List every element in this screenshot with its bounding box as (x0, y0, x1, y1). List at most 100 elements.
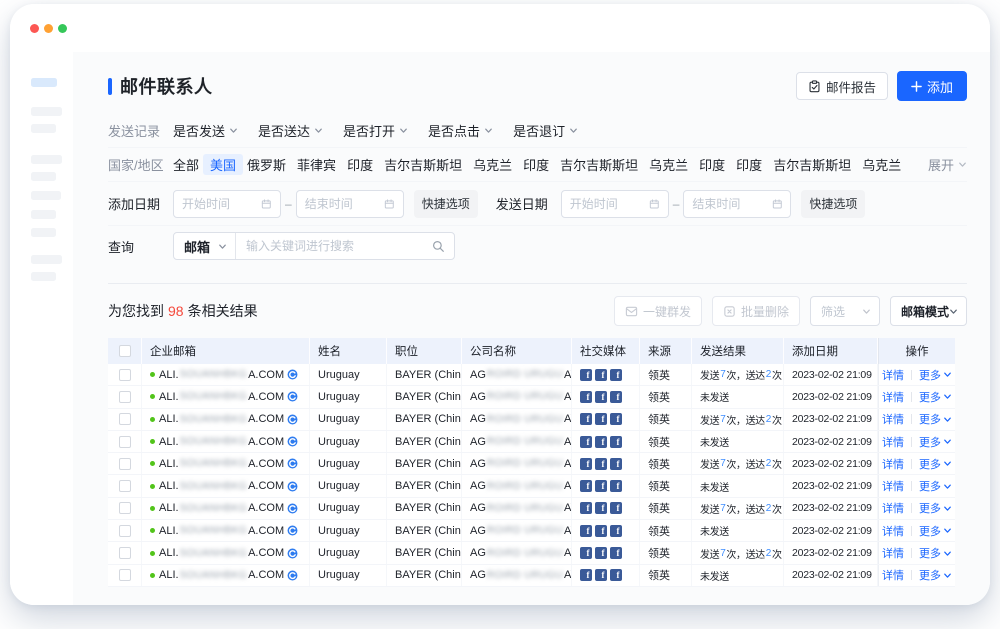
filter-dropdown[interactable]: 是否点击 (428, 121, 493, 140)
facebook-icon[interactable]: f (610, 502, 622, 514)
region-item[interactable]: 吉尔吉斯斯坦 (384, 155, 462, 174)
row-checkbox[interactable] (119, 525, 131, 537)
traffic-light-maximize[interactable] (58, 24, 67, 33)
online-dot (150, 461, 155, 466)
filter-dropdown[interactable]: 是否退订 (513, 121, 578, 140)
facebook-icon[interactable]: f (610, 413, 622, 425)
traffic-light-close[interactable] (30, 24, 39, 33)
row-detail-link[interactable]: 详情 (882, 567, 904, 583)
add-button[interactable]: 添加 (897, 71, 967, 101)
facebook-icon[interactable]: f (595, 458, 607, 470)
region-item[interactable]: 乌克兰 (862, 155, 901, 174)
facebook-icon[interactable]: f (580, 525, 592, 537)
facebook-icon[interactable]: f (580, 480, 592, 492)
row-detail-link[interactable]: 详情 (882, 500, 904, 516)
row-checkbox[interactable] (119, 436, 131, 448)
row-detail-link[interactable]: 详情 (882, 411, 904, 427)
facebook-icon[interactable]: f (595, 569, 607, 581)
region-item[interactable]: 印度 (523, 155, 549, 174)
facebook-icon[interactable]: f (610, 436, 622, 448)
row-checkbox[interactable] (119, 369, 131, 381)
facebook-icon[interactable]: f (580, 391, 592, 403)
row-checkbox[interactable] (119, 569, 131, 581)
row-more-link[interactable]: 更多 (919, 567, 952, 583)
row-checkbox[interactable] (119, 413, 131, 425)
facebook-icon[interactable]: f (610, 458, 622, 470)
bulk-send-button[interactable]: 一键群发 (614, 296, 702, 326)
traffic-light-minimize[interactable] (44, 24, 53, 33)
report-button[interactable]: 邮件报告 (796, 72, 888, 100)
facebook-icon[interactable]: f (595, 369, 607, 381)
send-date-quick-options-button[interactable]: 快捷选项 (801, 190, 865, 218)
facebook-icon[interactable]: f (610, 369, 622, 381)
facebook-icon[interactable]: f (580, 369, 592, 381)
facebook-icon[interactable]: f (595, 436, 607, 448)
bulk-delete-button[interactable]: 批量删除 (712, 296, 800, 326)
send-date-start-input[interactable] (561, 190, 669, 218)
facebook-icon[interactable]: f (595, 547, 607, 559)
facebook-icon[interactable]: f (610, 547, 622, 559)
facebook-icon[interactable]: f (595, 391, 607, 403)
row-more-link[interactable]: 更多 (919, 367, 952, 383)
row-more-link[interactable]: 更多 (919, 545, 952, 561)
search-input[interactable] (236, 239, 432, 253)
add-date-start-input[interactable] (173, 190, 281, 218)
facebook-icon[interactable]: f (595, 413, 607, 425)
region-item[interactable]: 全部 (173, 155, 199, 174)
row-checkbox[interactable] (119, 547, 131, 559)
row-more-link[interactable]: 更多 (919, 500, 952, 516)
region-item[interactable]: 印度 (347, 155, 373, 174)
region-item[interactable]: 乌克兰 (649, 155, 688, 174)
region-item[interactable]: 菲律宾 (297, 155, 336, 174)
filter-dropdown[interactable]: 是否发送 (173, 121, 238, 140)
row-detail-link[interactable]: 详情 (882, 367, 904, 383)
region-expand-button[interactable]: 展开 (928, 155, 967, 174)
filter-dropdown[interactable]: 是否打开 (343, 121, 408, 140)
region-item[interactable]: 美国 (203, 154, 243, 175)
filter-dropdown[interactable]: 是否送达 (258, 121, 323, 140)
mailbox-mode-select[interactable]: 邮箱模式 (890, 296, 967, 326)
facebook-icon[interactable]: f (610, 525, 622, 537)
row-more-link[interactable]: 更多 (919, 478, 952, 494)
row-detail-link[interactable]: 详情 (882, 478, 904, 494)
row-detail-link[interactable]: 详情 (882, 523, 904, 539)
select-all-checkbox[interactable] (119, 345, 131, 357)
facebook-icon[interactable]: f (580, 413, 592, 425)
region-item[interactable]: 吉尔吉斯斯坦 (560, 155, 638, 174)
add-date-quick-options-button[interactable]: 快捷选项 (414, 190, 478, 218)
facebook-icon[interactable]: f (610, 480, 622, 492)
row-detail-link[interactable]: 详情 (882, 434, 904, 450)
row-more-link[interactable]: 更多 (919, 456, 952, 472)
facebook-icon[interactable]: f (580, 436, 592, 448)
row-more-link[interactable]: 更多 (919, 389, 952, 405)
row-more-link[interactable]: 更多 (919, 523, 952, 539)
add-date-end-input[interactable] (296, 190, 404, 218)
facebook-icon[interactable]: f (580, 502, 592, 514)
row-detail-link[interactable]: 详情 (882, 389, 904, 405)
region-item[interactable]: 印度 (699, 155, 725, 174)
region-item[interactable]: 俄罗斯 (247, 155, 286, 174)
facebook-icon[interactable]: f (595, 525, 607, 537)
region-item[interactable]: 印度 (736, 155, 762, 174)
facebook-icon[interactable]: f (595, 502, 607, 514)
row-detail-link[interactable]: 详情 (882, 456, 904, 472)
row-more-link[interactable]: 更多 (919, 411, 952, 427)
row-checkbox[interactable] (119, 391, 131, 403)
filter-select[interactable]: 筛选 (810, 296, 880, 326)
facebook-icon[interactable]: f (610, 569, 622, 581)
row-checkbox[interactable] (119, 480, 131, 492)
facebook-icon[interactable]: f (610, 391, 622, 403)
facebook-icon[interactable]: f (580, 569, 592, 581)
region-item[interactable]: 乌克兰 (473, 155, 512, 174)
send-date-end-input[interactable] (683, 190, 791, 218)
facebook-icon[interactable]: f (580, 547, 592, 559)
row-more-link[interactable]: 更多 (919, 434, 952, 450)
row-checkbox[interactable] (119, 502, 131, 514)
row-detail-link[interactable]: 详情 (882, 545, 904, 561)
sidebar-skeleton-bar-active[interactable] (31, 78, 57, 87)
facebook-icon[interactable]: f (580, 458, 592, 470)
row-checkbox[interactable] (119, 458, 131, 470)
facebook-icon[interactable]: f (595, 480, 607, 492)
query-field-select[interactable]: 邮箱 (174, 233, 236, 259)
region-item[interactable]: 吉尔吉斯斯坦 (773, 155, 851, 174)
